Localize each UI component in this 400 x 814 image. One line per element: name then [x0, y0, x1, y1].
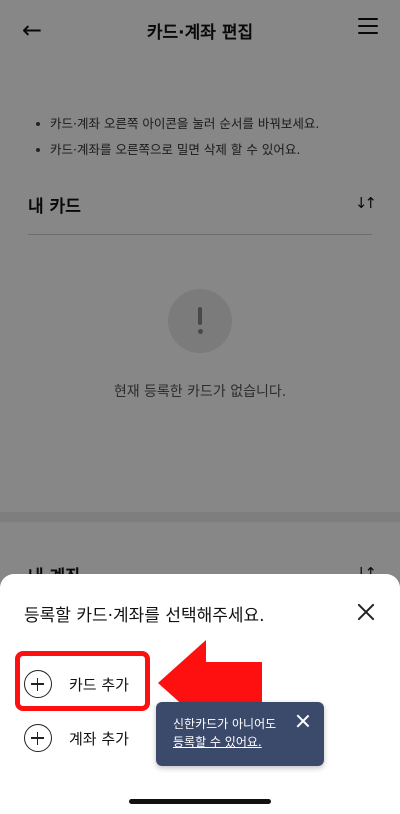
tooltip-close-icon[interactable] [296, 714, 310, 728]
tooltip-text: 신한카드가 아니어도 등록할 수 있어요. [173, 715, 276, 751]
sheet-title: 등록할 카드·계좌를 선택해주세요. [24, 606, 265, 626]
highlight-box [15, 651, 150, 711]
add-account-label: 계좌 추가 [69, 729, 129, 748]
plus-circle-icon [24, 724, 52, 752]
close-icon[interactable] [356, 602, 376, 622]
add-account-button[interactable]: 계좌 추가 [24, 723, 129, 753]
tooltip-line: 신한카드가 아니어도 [173, 717, 277, 731]
tooltip: 신한카드가 아니어도 등록할 수 있어요. [156, 702, 324, 766]
home-indicator [129, 799, 271, 804]
tooltip-link[interactable]: 등록할 수 있어요. [173, 733, 276, 751]
